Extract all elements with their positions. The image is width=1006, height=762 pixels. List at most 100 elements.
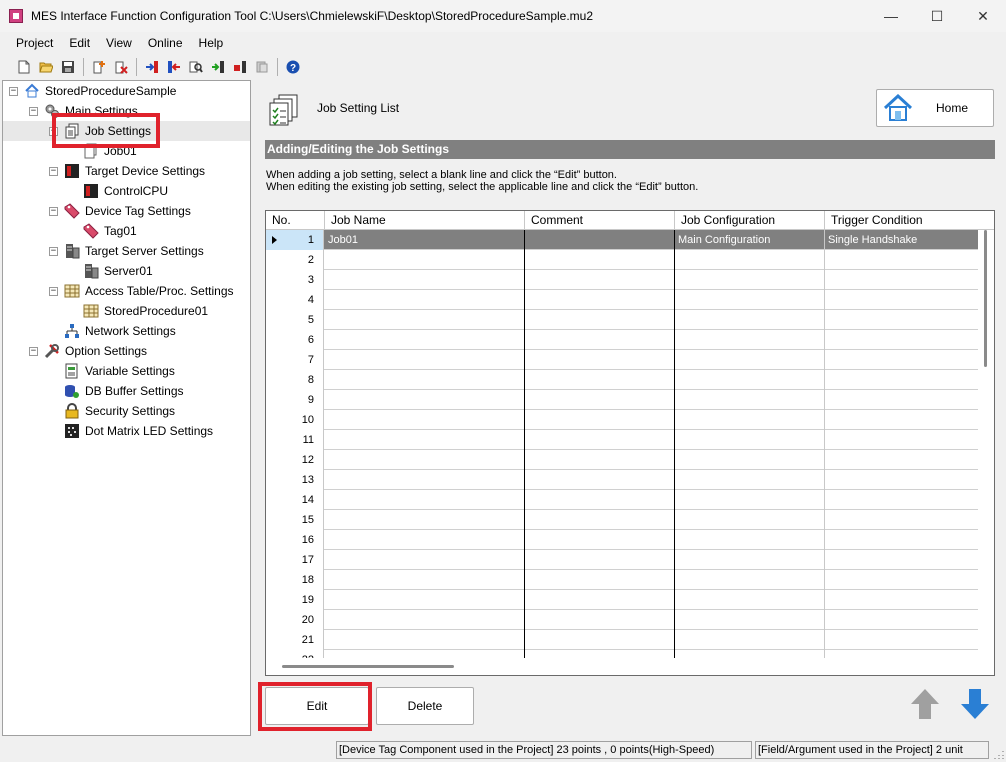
collapse-icon[interactable]: − [49,286,58,296]
tree-item-option-settings[interactable]: − Option Settings [3,341,250,361]
cell-trigger-condition[interactable] [825,310,978,330]
cell-job-configuration[interactable] [675,390,825,410]
cell-job-name[interactable] [325,290,525,310]
tree-item-tag01[interactable]: Tag01 [3,221,250,241]
collapse-icon[interactable]: − [49,206,58,216]
collapse-icon[interactable]: − [9,86,18,96]
cell-job-configuration[interactable] [675,250,825,270]
menu-project[interactable]: Project [8,32,61,54]
cell-no[interactable]: 21 [266,630,324,650]
cell-trigger-condition[interactable] [825,470,978,490]
cell-job-configuration[interactable] [675,590,825,610]
home-button[interactable]: Home [876,89,994,127]
cell-job-configuration[interactable] [675,490,825,510]
minimize-button[interactable]: — [868,0,914,32]
cell-job-configuration[interactable] [675,450,825,470]
cell-job-configuration[interactable] [675,470,825,490]
cell-job-configuration[interactable] [675,570,825,590]
vertical-scrollbar[interactable] [978,230,994,658]
cell-comment[interactable] [525,590,675,610]
cell-no[interactable]: 12 [266,450,324,470]
cell-job-configuration[interactable] [675,350,825,370]
tree-item-server01[interactable]: Server01 [3,261,250,281]
cell-comment[interactable] [525,570,675,590]
online-stop-button[interactable] [230,57,250,77]
delete-item-button[interactable] [111,57,131,77]
tree-item-variable-settings[interactable]: Variable Settings [3,361,250,381]
column-header-job-configuration[interactable]: Job Configuration [675,211,825,230]
cell-comment[interactable] [525,290,675,310]
cell-comment[interactable] [525,390,675,410]
tree-item-project-root[interactable]: − StoredProcedureSample [3,81,250,101]
cell-job-name[interactable] [325,610,525,630]
table-row[interactable]: 7 [266,350,978,370]
online-start-button[interactable] [208,57,228,77]
cell-trigger-condition[interactable] [825,510,978,530]
cell-trigger-condition[interactable] [825,530,978,550]
cell-trigger-condition[interactable] [825,590,978,610]
cell-job-configuration[interactable] [675,330,825,350]
cell-comment[interactable] [525,270,675,290]
cell-job-configuration[interactable] [675,290,825,310]
cell-job-name[interactable]: Job01 [325,230,525,250]
add-item-button[interactable] [89,57,109,77]
cell-job-configuration[interactable] [675,270,825,290]
cell-job-configuration[interactable] [675,630,825,650]
cell-no[interactable]: 2 [266,250,324,270]
cell-no[interactable]: 20 [266,610,324,630]
cell-job-name[interactable] [325,330,525,350]
cell-no[interactable]: 9 [266,390,324,410]
cell-job-name[interactable] [325,270,525,290]
table-row[interactable]: 2 [266,250,978,270]
cell-job-name[interactable] [325,490,525,510]
horizontal-scrollbar-thumb[interactable] [282,665,454,668]
cell-job-name[interactable] [325,450,525,470]
table-row[interactable]: 6 [266,330,978,350]
collapse-icon[interactable]: − [29,346,38,356]
read-from-module-button[interactable] [142,57,162,77]
cell-trigger-condition[interactable] [825,430,978,450]
cell-no[interactable]: 7 [266,350,324,370]
cell-comment[interactable] [525,450,675,470]
cell-no[interactable]: 16 [266,530,324,550]
maximize-button[interactable]: ☐ [914,0,960,32]
table-row[interactable]: 8 [266,370,978,390]
cell-no[interactable]: 17 [266,550,324,570]
cell-comment[interactable] [525,310,675,330]
cell-comment[interactable] [525,470,675,490]
help-button[interactable]: ? [283,57,303,77]
column-header-job-name[interactable]: Job Name [325,211,525,230]
cell-no[interactable]: 4 [266,290,324,310]
collapse-icon[interactable]: − [49,166,58,176]
table-row[interactable]: 4 [266,290,978,310]
tree-item-storedprocedure01[interactable]: StoredProcedure01 [3,301,250,321]
cell-no[interactable]: 11 [266,430,324,450]
tree-item-access-table-settings[interactable]: − Access Table/Proc. Settings [3,281,250,301]
cell-no[interactable]: 10 [266,410,324,430]
column-header-trigger-condition[interactable]: Trigger Condition [825,211,978,230]
table-row[interactable]: 20 [266,610,978,630]
tree-item-dot-matrix-led-settings[interactable]: Dot Matrix LED Settings [3,421,250,441]
move-up-button[interactable] [906,685,944,723]
cell-no[interactable]: 3 [266,270,324,290]
cell-job-name[interactable] [325,410,525,430]
table-row[interactable]: 19 [266,590,978,610]
cell-comment[interactable] [525,230,675,250]
collapse-icon[interactable]: − [49,246,58,256]
cell-comment[interactable] [525,510,675,530]
cell-job-configuration[interactable]: Main Configuration [675,230,825,250]
cell-job-configuration[interactable] [675,530,825,550]
save-button[interactable] [58,57,78,77]
cell-job-name[interactable] [325,510,525,530]
cell-no[interactable]: 15 [266,510,324,530]
cell-job-name[interactable] [325,590,525,610]
open-button[interactable] [36,57,56,77]
cell-job-configuration[interactable] [675,370,825,390]
table-row[interactable]: 3 [266,270,978,290]
cell-trigger-condition[interactable] [825,570,978,590]
cell-job-name[interactable] [325,250,525,270]
cell-comment[interactable] [525,330,675,350]
cell-job-name[interactable] [325,630,525,650]
table-row[interactable]: 21 [266,630,978,650]
cell-comment[interactable] [525,630,675,650]
